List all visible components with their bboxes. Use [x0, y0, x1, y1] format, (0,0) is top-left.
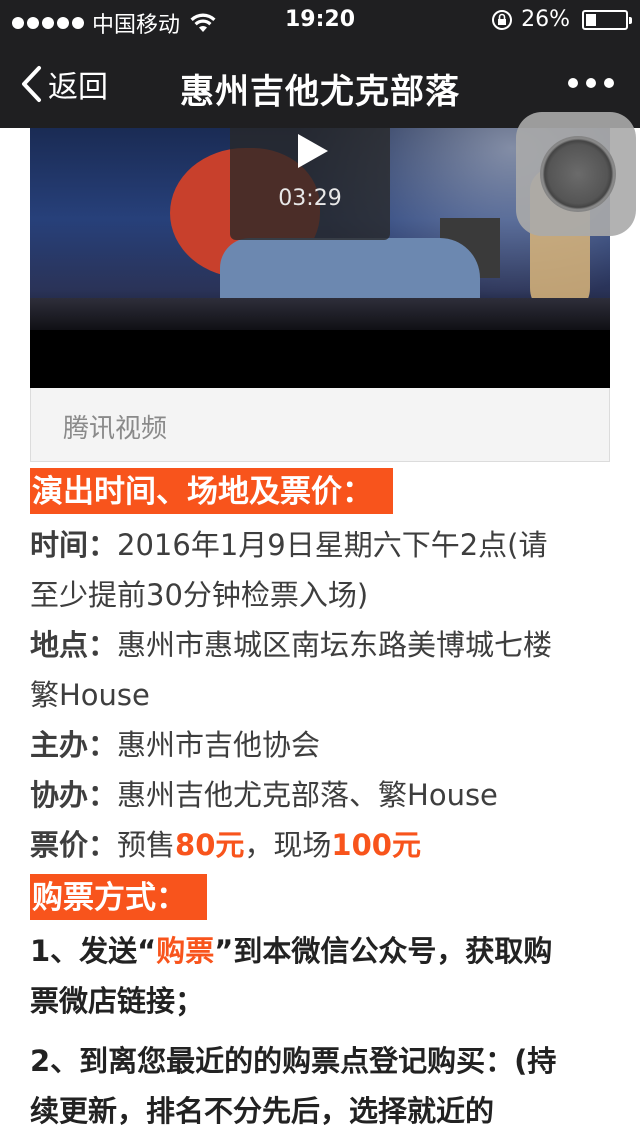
time-value: 2016年1月9日星期六下午2点(请 [117, 528, 548, 562]
time-line-cont: 至少提前30分钟检票入场) [30, 578, 369, 612]
co-host-value: 惠州吉他尤克部落、繁House [117, 778, 498, 812]
section-heading-show-info: 演出时间、场地及票价： [30, 468, 393, 514]
venue-value: 惠州市惠城区南坛东路美博城七楼 [117, 628, 553, 662]
rotation-lock-icon [492, 9, 513, 30]
venue-label: 地点： [30, 628, 118, 662]
price-label: 票价： [30, 828, 118, 862]
battery-level [586, 13, 596, 26]
method1-text-a: 1、发送“ [30, 934, 157, 968]
host-line: 主办：惠州市吉他协会 [30, 720, 620, 770]
video-source-label: 腾讯视频 [30, 388, 610, 462]
page-root: 中国移动 19:20 26% 返回 惠州吉他尤克部落 03:29 腾讯视频 演出… [0, 0, 640, 1136]
ticket-method-1: 1、发送“购票”到本微信公众号，获取购 [30, 926, 620, 976]
venue-line: 地点：惠州市惠城区南坛东路美博城七楼 [30, 620, 620, 670]
price-presale: 80元 [175, 828, 245, 862]
price-line: 票价：预售80元，现场100元 [30, 820, 620, 870]
host-value: 惠州市吉他协会 [117, 728, 321, 762]
video-duration: 03:29 [278, 186, 342, 211]
price-door: 100元 [331, 828, 421, 862]
ticket-method-2-cont: 续更新，排名不分先后，选择就近的 [30, 1094, 495, 1128]
assistive-touch-button[interactable] [516, 112, 636, 236]
top-bar: 中国移动 19:20 26% 返回 惠州吉他尤克部落 [0, 0, 640, 128]
ticket-method-1-cont: 票微店链接； [30, 984, 205, 1018]
play-icon [298, 134, 328, 168]
page-title: 惠州吉他尤克部落 [180, 72, 460, 112]
price-door-prefix: ，现场 [244, 828, 332, 862]
battery-icon [582, 9, 632, 30]
host-label: 主办： [30, 728, 118, 762]
method1-keyword: 购票 [156, 934, 215, 968]
battery-percent: 26% [521, 7, 570, 32]
section-heading-tickets: 购票方式： [30, 874, 207, 920]
play-button[interactable]: 03:29 [230, 128, 390, 240]
assistive-touch-icon [540, 136, 616, 212]
more-icon[interactable] [568, 78, 614, 88]
article-body: 演出时间、场地及票价： 时间：2016年1月9日星期六下午2点(请 至少提前30… [30, 468, 620, 1136]
co-host-line: 协办：惠州吉他尤克部落、繁House [30, 770, 620, 820]
co-host-label: 协办： [30, 778, 118, 812]
venue-line-cont: 繁House [30, 678, 150, 712]
ticket-method-2: 2、到离您最近的的购票点登记购买：(持 [30, 1044, 557, 1078]
method1-text-b: ”到本微信公众号，获取购 [214, 934, 553, 968]
time-label: 时间： [30, 528, 118, 562]
status-right: 26% [491, 7, 632, 32]
price-presale-prefix: 预售 [117, 828, 176, 862]
time-line: 时间：2016年1月9日星期六下午2点(请 [30, 520, 620, 570]
status-bar: 中国移动 19:20 26% [0, 0, 640, 40]
